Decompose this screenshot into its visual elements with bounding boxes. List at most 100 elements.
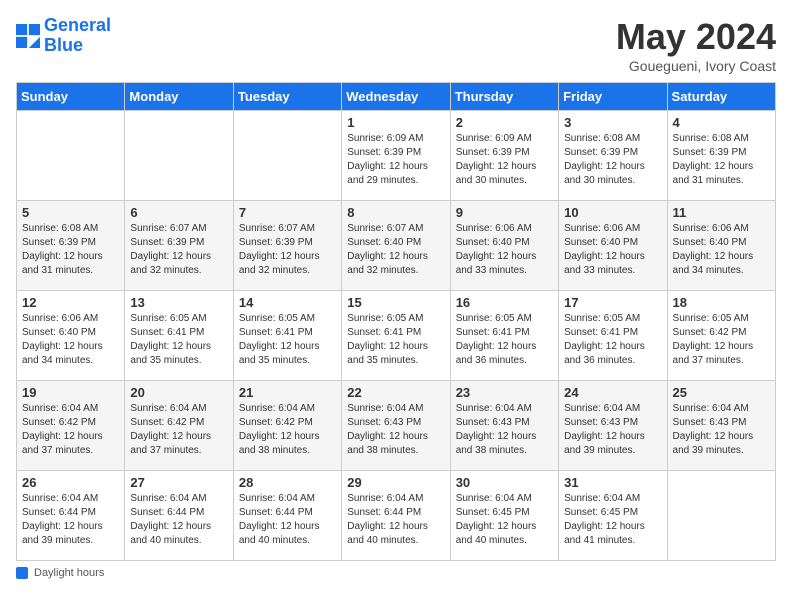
table-row: 24 Sunrise: 6:04 AM Sunset: 6:43 PM Dayli… bbox=[559, 381, 667, 471]
day-number: 13 bbox=[130, 295, 227, 310]
day-info: Sunrise: 6:04 AM Sunset: 6:43 PM Dayligh… bbox=[564, 402, 661, 458]
table-row: 10 Sunrise: 6:06 AM Sunset: 6:40 PM Dayli… bbox=[559, 201, 667, 291]
day-info: Sunrise: 6:05 AM Sunset: 6:41 PM Dayligh… bbox=[130, 312, 227, 368]
day-number: 18 bbox=[673, 295, 770, 310]
day-number: 6 bbox=[130, 205, 227, 220]
logo-icon bbox=[16, 24, 40, 48]
day-info: Sunrise: 6:06 AM Sunset: 6:40 PM Dayligh… bbox=[456, 222, 553, 278]
day-header-sunday: Sunday bbox=[17, 83, 125, 111]
day-number: 24 bbox=[564, 385, 661, 400]
day-info: Sunrise: 6:05 AM Sunset: 6:41 PM Dayligh… bbox=[564, 312, 661, 368]
table-row: 30Sunrise: 6:04 AM Sunset: 6:45 PM Dayli… bbox=[450, 471, 558, 561]
day-info: Sunrise: 6:04 AM Sunset: 6:43 PM Dayligh… bbox=[673, 402, 770, 458]
day-header-tuesday: Tuesday bbox=[233, 83, 341, 111]
day-info: Sunrise: 6:04 AM Sunset: 6:42 PM Dayligh… bbox=[22, 402, 119, 458]
table-row: 4 Sunrise: 6:08 AM Sunset: 6:39 PM Daylig… bbox=[667, 111, 775, 201]
day-header-thursday: Thursday bbox=[450, 83, 558, 111]
table-row: 11 Sunrise: 6:06 AM Sunset: 6:40 PM Dayli… bbox=[667, 201, 775, 291]
day-number: 10 bbox=[564, 205, 661, 220]
day-header-wednesday: Wednesday bbox=[342, 83, 450, 111]
table-row: 31Sunrise: 6:04 AM Sunset: 6:45 PM Dayli… bbox=[559, 471, 667, 561]
table-row: 15Sunrise: 6:05 AM Sunset: 6:41 PM Dayli… bbox=[342, 291, 450, 381]
table-row: 21 Sunrise: 6:04 AM Sunset: 6:42 PM Dayli… bbox=[233, 381, 341, 471]
footer-label: Daylight hours bbox=[34, 567, 104, 579]
table-row: 5Sunrise: 6:08 AM Sunset: 6:39 PM Daylig… bbox=[17, 201, 125, 291]
table-row: 19 Sunrise: 6:04 AM Sunset: 6:42 PM Dayli… bbox=[17, 381, 125, 471]
table-row: 7 Sunrise: 6:07 AM Sunset: 6:39 PM Daylig… bbox=[233, 201, 341, 291]
table-row: 20Sunrise: 6:04 AM Sunset: 6:42 PM Dayli… bbox=[125, 381, 233, 471]
day-info: Sunrise: 6:07 AM Sunset: 6:39 PM Dayligh… bbox=[239, 222, 336, 278]
day-number: 4 bbox=[673, 115, 770, 130]
day-number: 30 bbox=[456, 475, 553, 490]
day-number: 11 bbox=[673, 205, 770, 220]
footer: Daylight hours bbox=[16, 567, 776, 579]
table-row bbox=[125, 111, 233, 201]
table-row: 8Sunrise: 6:07 AM Sunset: 6:40 PM Daylig… bbox=[342, 201, 450, 291]
day-info: Sunrise: 6:08 AM Sunset: 6:39 PM Dayligh… bbox=[673, 132, 770, 188]
day-number: 20 bbox=[130, 385, 227, 400]
day-info: Sunrise: 6:09 AM Sunset: 6:39 PM Dayligh… bbox=[456, 132, 553, 188]
day-number: 14 bbox=[239, 295, 336, 310]
location-subtitle: Gouegueni, Ivory Coast bbox=[616, 58, 776, 74]
day-info: Sunrise: 6:06 AM Sunset: 6:40 PM Dayligh… bbox=[564, 222, 661, 278]
table-row bbox=[667, 471, 775, 561]
day-header-monday: Monday bbox=[125, 83, 233, 111]
table-row: 28 Sunrise: 6:04 AM Sunset: 6:44 PM Dayli… bbox=[233, 471, 341, 561]
day-info: Sunrise: 6:08 AM Sunset: 6:39 PM Dayligh… bbox=[564, 132, 661, 188]
table-row: 16 Sunrise: 6:05 AM Sunset: 6:41 PM Dayli… bbox=[450, 291, 558, 381]
table-row: 12 Sunrise: 6:06 AM Sunset: 6:40 PM Dayli… bbox=[17, 291, 125, 381]
day-info: Sunrise: 6:04 AM Sunset: 6:44 PM Dayligh… bbox=[347, 492, 444, 548]
day-number: 3 bbox=[564, 115, 661, 130]
day-number: 7 bbox=[239, 205, 336, 220]
logo: General Blue bbox=[16, 16, 111, 56]
day-info: Sunrise: 6:04 AM Sunset: 6:45 PM Dayligh… bbox=[564, 492, 661, 548]
page-header: General Blue May 2024 Gouegueni, Ivory C… bbox=[16, 16, 776, 74]
day-number: 16 bbox=[456, 295, 553, 310]
day-info: Sunrise: 6:04 AM Sunset: 6:44 PM Dayligh… bbox=[239, 492, 336, 548]
day-info: Sunrise: 6:04 AM Sunset: 6:43 PM Dayligh… bbox=[456, 402, 553, 458]
table-row: 17 Sunrise: 6:05 AM Sunset: 6:41 PM Dayli… bbox=[559, 291, 667, 381]
table-row: 27 Sunrise: 6:04 AM Sunset: 6:44 PM Dayli… bbox=[125, 471, 233, 561]
day-number: 27 bbox=[130, 475, 227, 490]
table-row: 23 Sunrise: 6:04 AM Sunset: 6:43 PM Dayli… bbox=[450, 381, 558, 471]
day-number: 12 bbox=[22, 295, 119, 310]
day-number: 28 bbox=[239, 475, 336, 490]
day-info: Sunrise: 6:05 AM Sunset: 6:41 PM Dayligh… bbox=[239, 312, 336, 368]
title-block: May 2024 Gouegueni, Ivory Coast bbox=[616, 16, 776, 74]
table-row bbox=[233, 111, 341, 201]
day-number: 25 bbox=[673, 385, 770, 400]
table-row: 26Sunrise: 6:04 AM Sunset: 6:44 PM Dayli… bbox=[17, 471, 125, 561]
table-row: 1 Sunrise: 6:09 AM Sunset: 6:39 PM Daylig… bbox=[342, 111, 450, 201]
table-row bbox=[17, 111, 125, 201]
day-number: 1 bbox=[347, 115, 444, 130]
day-info: Sunrise: 6:05 AM Sunset: 6:41 PM Dayligh… bbox=[456, 312, 553, 368]
day-number: 15 bbox=[347, 295, 444, 310]
day-info: Sunrise: 6:06 AM Sunset: 6:40 PM Dayligh… bbox=[673, 222, 770, 278]
table-row: 3 Sunrise: 6:08 AM Sunset: 6:39 PM Daylig… bbox=[559, 111, 667, 201]
day-info: Sunrise: 6:04 AM Sunset: 6:43 PM Dayligh… bbox=[347, 402, 444, 458]
day-info: Sunrise: 6:06 AM Sunset: 6:40 PM Dayligh… bbox=[22, 312, 119, 368]
table-row: 9Sunrise: 6:06 AM Sunset: 6:40 PM Daylig… bbox=[450, 201, 558, 291]
calendar-table: SundayMondayTuesdayWednesdayThursdayFrid… bbox=[16, 82, 776, 561]
table-row: 13 Sunrise: 6:05 AM Sunset: 6:41 PM Dayli… bbox=[125, 291, 233, 381]
day-info: Sunrise: 6:05 AM Sunset: 6:42 PM Dayligh… bbox=[673, 312, 770, 368]
day-number: 23 bbox=[456, 385, 553, 400]
day-number: 21 bbox=[239, 385, 336, 400]
table-row: 29 Sunrise: 6:04 AM Sunset: 6:44 PM Dayli… bbox=[342, 471, 450, 561]
day-info: Sunrise: 6:04 AM Sunset: 6:44 PM Dayligh… bbox=[22, 492, 119, 548]
day-info: Sunrise: 6:04 AM Sunset: 6:44 PM Dayligh… bbox=[130, 492, 227, 548]
table-row: 14 Sunrise: 6:05 AM Sunset: 6:41 PM Dayli… bbox=[233, 291, 341, 381]
table-row: 25 Sunrise: 6:04 AM Sunset: 6:43 PM Dayli… bbox=[667, 381, 775, 471]
day-number: 22 bbox=[347, 385, 444, 400]
day-info: Sunrise: 6:08 AM Sunset: 6:39 PM Dayligh… bbox=[22, 222, 119, 278]
footer-dot bbox=[16, 567, 28, 579]
day-header-saturday: Saturday bbox=[667, 83, 775, 111]
day-number: 17 bbox=[564, 295, 661, 310]
logo-text: General Blue bbox=[44, 16, 111, 56]
day-number: 19 bbox=[22, 385, 119, 400]
day-info: Sunrise: 6:04 AM Sunset: 6:42 PM Dayligh… bbox=[239, 402, 336, 458]
day-info: Sunrise: 6:09 AM Sunset: 6:39 PM Dayligh… bbox=[347, 132, 444, 188]
table-row: 2Sunrise: 6:09 AM Sunset: 6:39 PM Daylig… bbox=[450, 111, 558, 201]
day-number: 29 bbox=[347, 475, 444, 490]
day-number: 8 bbox=[347, 205, 444, 220]
